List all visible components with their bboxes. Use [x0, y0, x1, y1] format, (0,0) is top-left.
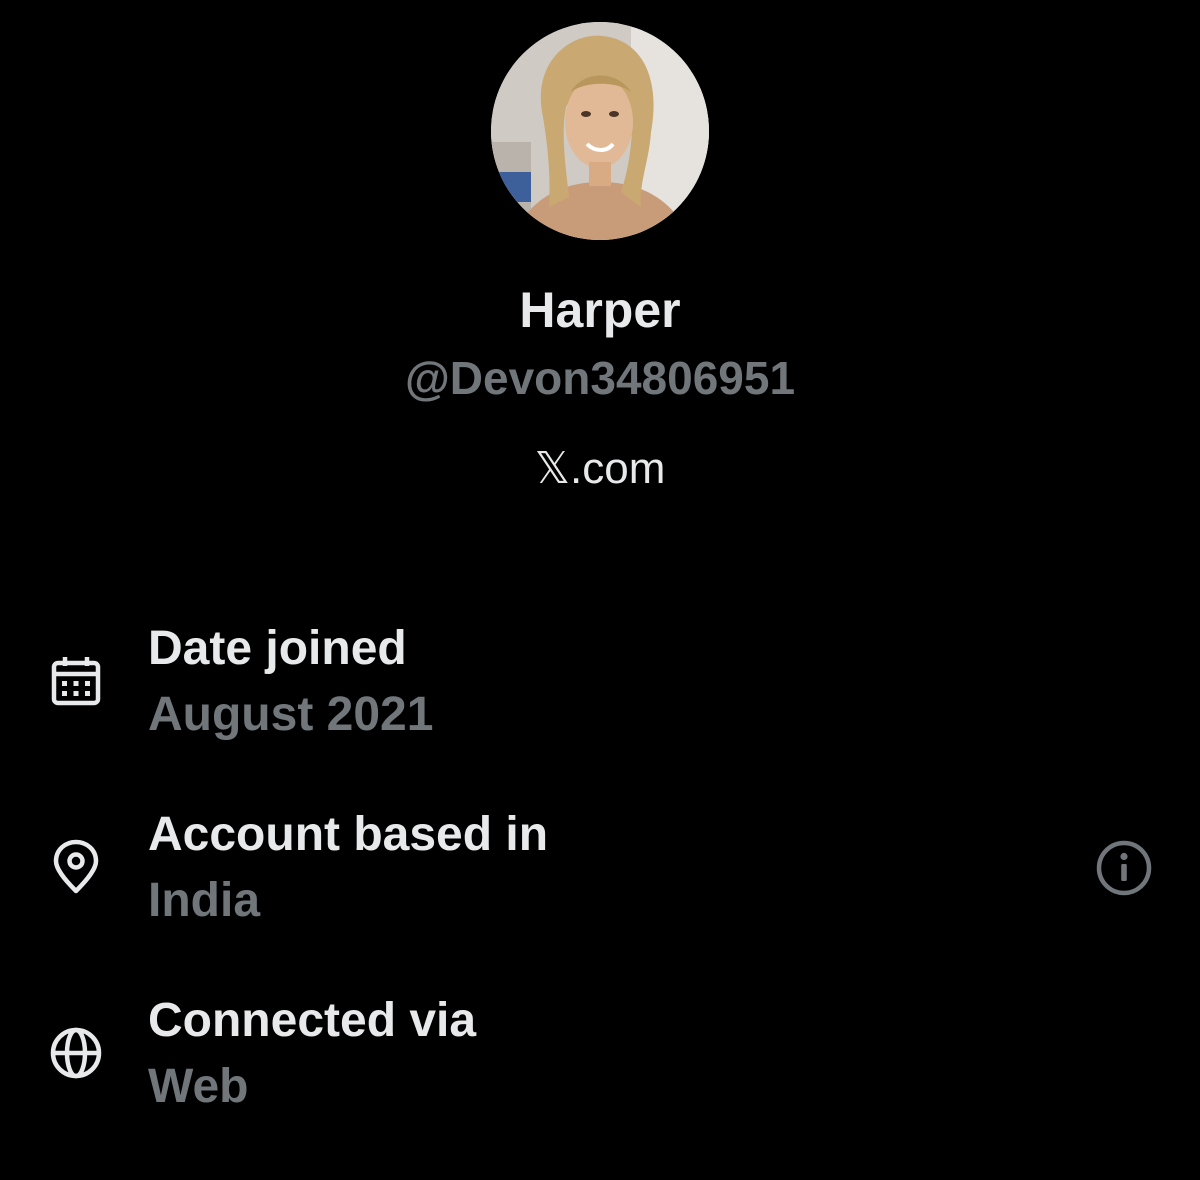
- globe-icon: [48, 1025, 104, 1081]
- date-joined-row: Date joined August 2021: [0, 620, 1200, 750]
- connected-via-label: Connected via: [148, 994, 477, 1047]
- date-joined-label: Date joined: [148, 622, 407, 675]
- account-location-value: India: [148, 874, 261, 927]
- x-logo-icon: 𝕏: [534, 444, 571, 493]
- website-suffix: .com: [570, 444, 666, 493]
- date-joined-value: August 2021: [148, 688, 434, 741]
- calendar-icon: [48, 653, 104, 709]
- location-pin-icon: [48, 839, 104, 895]
- profile-photo: [491, 22, 709, 240]
- connected-via-row: Connected via Web: [0, 992, 1200, 1122]
- account-location-label: Account based in: [148, 808, 549, 861]
- website-link[interactable]: 𝕏.com: [0, 442, 1200, 496]
- avatar[interactable]: [491, 22, 709, 240]
- display-name: Harper: [519, 282, 681, 338]
- connected-via-value: Web: [148, 1060, 249, 1113]
- info-icon[interactable]: [1094, 838, 1154, 898]
- account-location-row: Account based in India: [0, 806, 1200, 936]
- username-handle: @Devon34806951: [404, 352, 796, 404]
